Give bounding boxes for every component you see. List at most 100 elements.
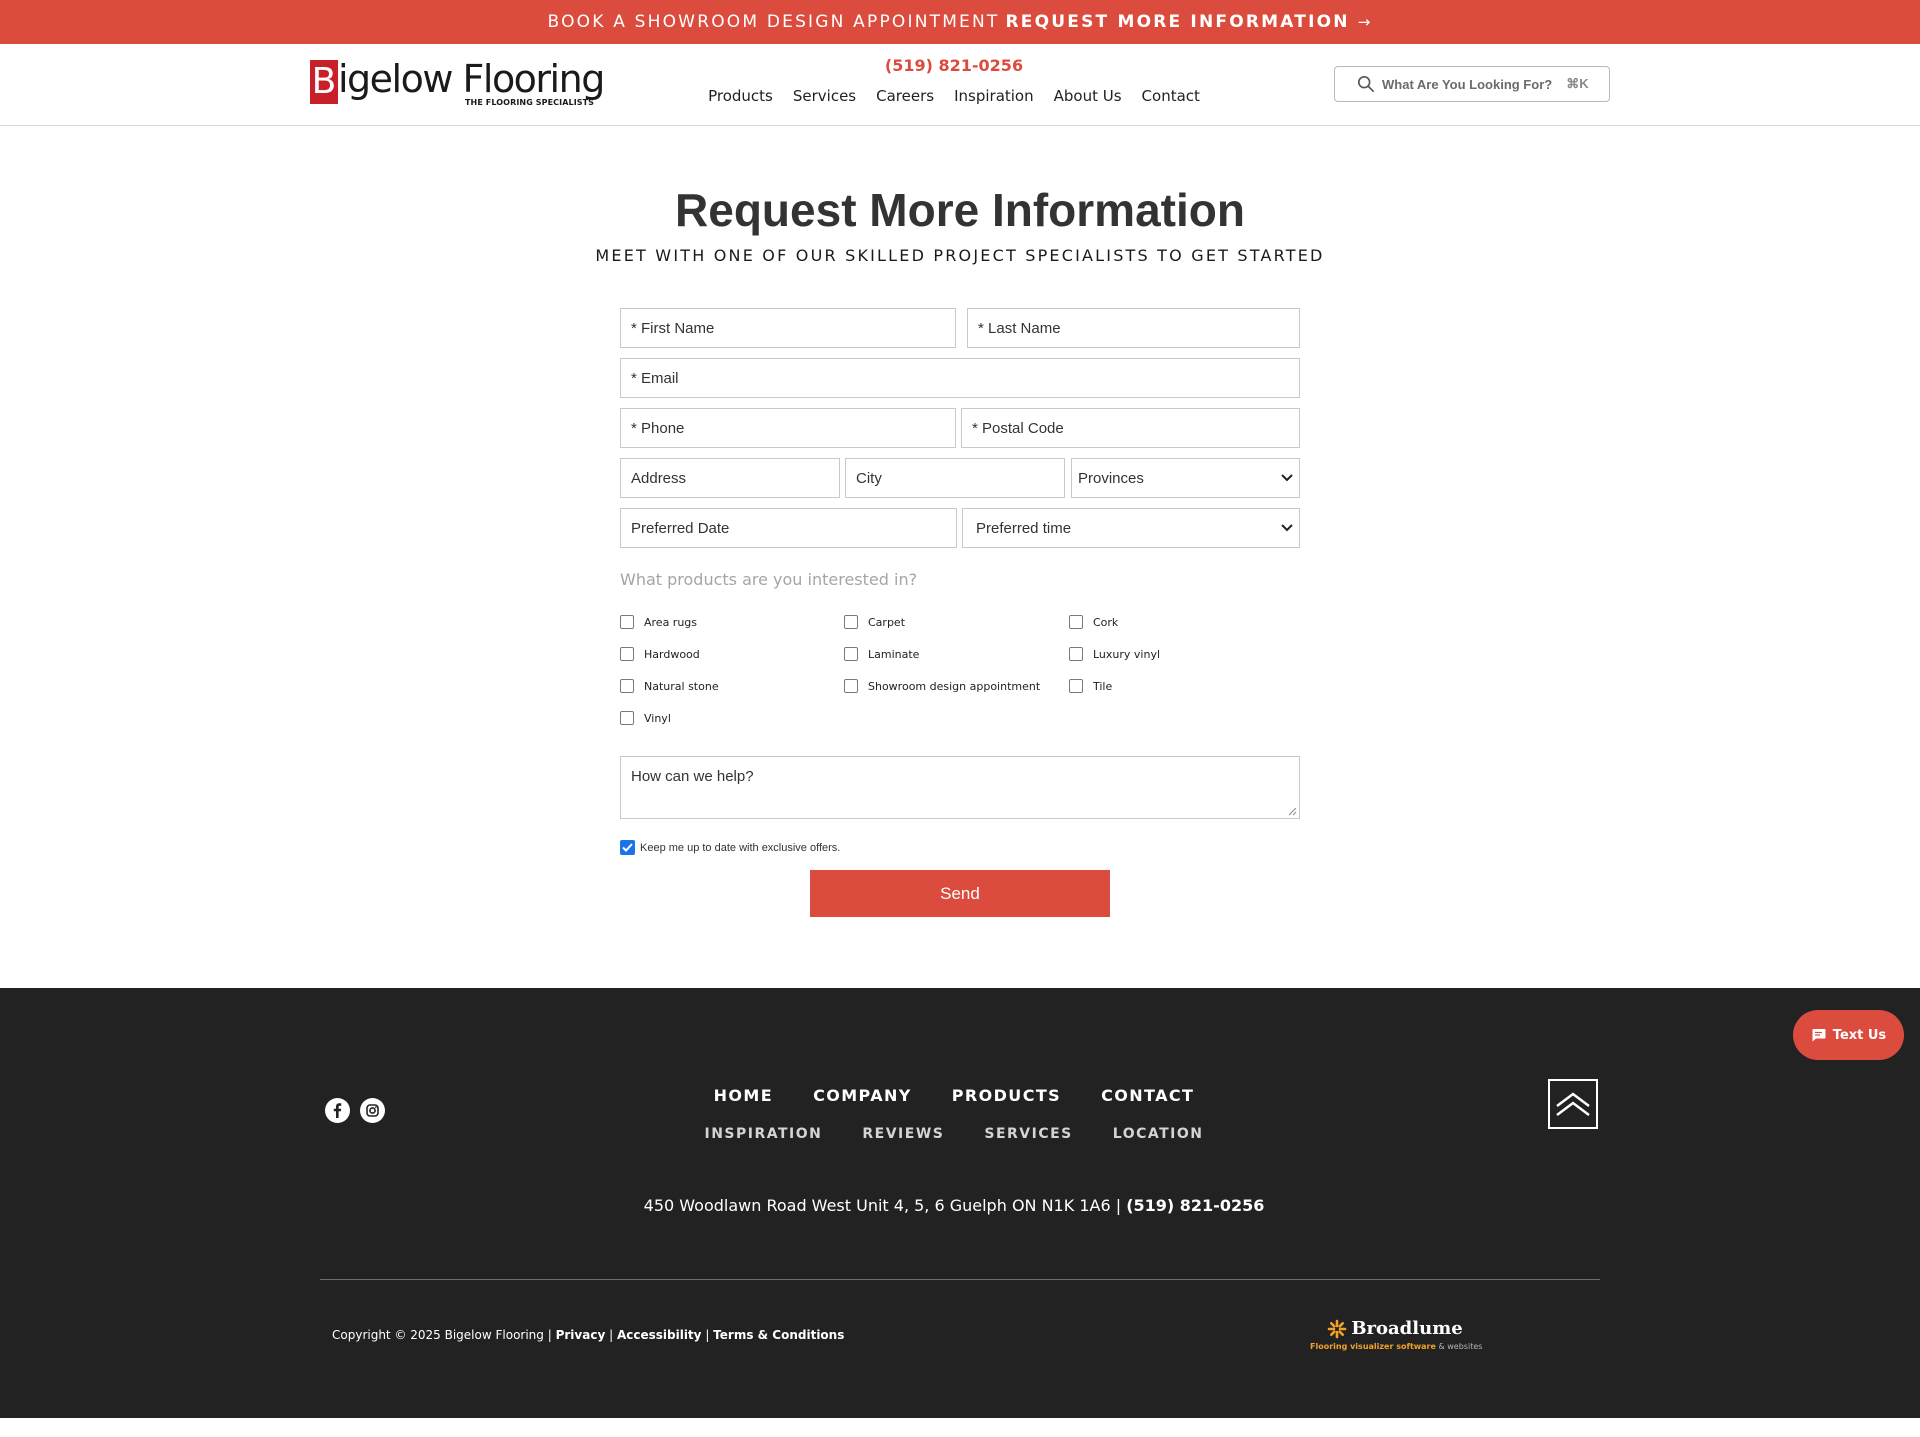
- resize-handle-icon[interactable]: [1287, 806, 1297, 816]
- footer-link-company[interactable]: COMPANY: [813, 1086, 912, 1105]
- text-us-label: Text Us: [1832, 1027, 1887, 1043]
- email-field[interactable]: * Email: [620, 358, 1300, 398]
- checkbox-carpet[interactable]: Carpet: [844, 615, 905, 629]
- logo-tagline: THE FLOORING SPECIALISTS: [465, 98, 595, 107]
- checkbox-box[interactable]: [620, 615, 634, 629]
- site-logo[interactable]: B igelow Flooring THE FLOORING SPECIALIS…: [310, 57, 610, 112]
- page-title: Request More Information: [675, 184, 1245, 236]
- checkbox-hardwood[interactable]: Hardwood: [620, 647, 700, 661]
- nav-item-contact[interactable]: Contact: [1132, 87, 1210, 105]
- broadlume-credit[interactable]: Broadlume Flooring visualizer software &…: [1310, 1318, 1483, 1351]
- search-input[interactable]: What Are You Looking For? ⌘K: [1334, 66, 1610, 102]
- footer-link-location[interactable]: LOCATION: [1113, 1126, 1204, 1142]
- footer-link-home[interactable]: HOME: [714, 1086, 773, 1105]
- promo-banner[interactable]: BOOK A SHOWROOM DESIGN APPOINTMENT REQUE…: [0, 0, 1920, 44]
- checkbox-showroom-design[interactable]: Showroom design appointment: [844, 679, 1040, 693]
- footer-link-reviews[interactable]: REVIEWS: [862, 1126, 944, 1142]
- footer-link-products[interactable]: PRODUCTS: [952, 1086, 1061, 1105]
- checkbox-cork[interactable]: Cork: [1069, 615, 1118, 629]
- checkbox-label: Cork: [1093, 615, 1119, 629]
- checkbox-label: Vinyl: [644, 711, 671, 725]
- city-placeholder: City: [856, 469, 882, 487]
- postal-code-field[interactable]: * Postal Code: [961, 408, 1300, 448]
- postal-code-placeholder: * Postal Code: [972, 419, 1064, 437]
- page-subtitle: MEET WITH ONE OF OUR SKILLED PROJECT SPE…: [595, 246, 1325, 265]
- checkbox-label: Laminate: [868, 647, 920, 661]
- broadlume-logo-icon: [1328, 1319, 1347, 1338]
- header-phone-link[interactable]: (519) 821-0256: [800, 56, 1108, 75]
- checkbox-box[interactable]: [620, 647, 634, 661]
- banner-cta-link[interactable]: REQUEST MORE INFORMATION: [1006, 12, 1350, 32]
- address-text: 450 Woodlawn Road West Unit 4, 5, 6 Guel…: [643, 1196, 1122, 1215]
- checkbox-box[interactable]: [844, 679, 858, 693]
- checkbox-box[interactable]: [1069, 647, 1083, 661]
- banner-lead-text: BOOK A SHOWROOM DESIGN APPOINTMENT: [547, 12, 1000, 32]
- footer-link-contact[interactable]: CONTACT: [1101, 1086, 1194, 1105]
- footer-link-services[interactable]: SERVICES: [984, 1126, 1072, 1142]
- copyright-line: Copyright © 2025 Bigelow Flooring | Priv…: [332, 1328, 845, 1342]
- search-icon: [1357, 75, 1375, 93]
- accessibility-link[interactable]: Accessibility: [617, 1328, 702, 1342]
- facebook-link[interactable]: [325, 1098, 350, 1123]
- footer-phone-link[interactable]: (519) 821-0256: [1126, 1196, 1264, 1215]
- checkbox-box[interactable]: [844, 647, 858, 661]
- main-nav: Products Services Careers Inspiration Ab…: [708, 87, 1200, 105]
- chevron-down-icon: [1281, 524, 1293, 532]
- logo-wordmark: igelow Flooring: [338, 57, 605, 101]
- first-name-field[interactable]: * First Name: [620, 308, 956, 348]
- broadlume-tagline-suffix: & websites: [1438, 1342, 1483, 1351]
- checkbox-box[interactable]: [620, 679, 634, 693]
- footer-link-inspiration[interactable]: INSPIRATION: [704, 1126, 822, 1142]
- checkbox-luxury-vinyl[interactable]: Luxury vinyl: [1069, 647, 1160, 661]
- offers-optin[interactable]: Keep me up to date with exclusive offers…: [620, 840, 840, 855]
- last-name-field[interactable]: * Last Name: [967, 308, 1300, 348]
- phone-placeholder: * Phone: [631, 419, 685, 437]
- checkbox-box[interactable]: [844, 615, 858, 629]
- checkbox-area-rugs[interactable]: Area rugs: [620, 615, 697, 629]
- nav-item-inspiration[interactable]: Inspiration: [944, 87, 1044, 105]
- preferred-time-selected-value: Preferred time: [976, 519, 1072, 537]
- text-us-button[interactable]: Text Us: [1793, 1010, 1904, 1060]
- checkbox-label: Area rugs: [644, 615, 698, 629]
- checkbox-label: Tile: [1093, 679, 1113, 693]
- checkbox-label: Natural stone: [644, 679, 719, 693]
- checkbox-label: Carpet: [868, 615, 906, 629]
- checkbox-vinyl[interactable]: Vinyl: [620, 711, 671, 725]
- message-placeholder: How can we help?: [631, 768, 754, 785]
- products-question: What products are you interested in?: [620, 570, 918, 589]
- instagram-icon: [366, 1104, 379, 1117]
- logo-initial: B: [310, 60, 338, 104]
- checkbox-laminate[interactable]: Laminate: [844, 647, 919, 661]
- nav-item-products[interactable]: Products: [698, 87, 783, 105]
- send-button[interactable]: Send: [810, 870, 1110, 917]
- checkbox-box[interactable]: [1069, 615, 1083, 629]
- site-header: B igelow Flooring THE FLOORING SPECIALIS…: [0, 44, 1920, 126]
- address-field[interactable]: Address: [620, 458, 840, 498]
- footer-nav-primary: HOME COMPANY PRODUCTS CONTACT: [694, 1086, 1214, 1105]
- scroll-to-top-button[interactable]: [1548, 1079, 1598, 1129]
- optin-checkbox[interactable]: [620, 840, 635, 855]
- preferred-date-field[interactable]: Preferred Date: [620, 508, 957, 548]
- nav-item-services[interactable]: Services: [783, 87, 866, 105]
- broadlume-tagline: Flooring visualizer software & websites: [1310, 1342, 1483, 1351]
- checkbox-tile[interactable]: Tile: [1069, 679, 1112, 693]
- checkbox-box[interactable]: [1069, 679, 1083, 693]
- broadlume-tagline-main: Flooring visualizer software: [1310, 1342, 1436, 1351]
- privacy-link[interactable]: Privacy: [556, 1328, 606, 1342]
- checkbox-box[interactable]: [620, 711, 634, 725]
- checkbox-natural-stone[interactable]: Natural stone: [620, 679, 719, 693]
- nav-item-about-us[interactable]: About Us: [1044, 87, 1132, 105]
- footer-nav-secondary: INSPIRATION REVIEWS SERVICES LOCATION: [694, 1126, 1214, 1142]
- city-field[interactable]: City: [845, 458, 1065, 498]
- instagram-link[interactable]: [360, 1098, 385, 1123]
- checkbox-label: Hardwood: [644, 647, 700, 661]
- footer-address: 450 Woodlawn Road West Unit 4, 5, 6 Guel…: [0, 1196, 1908, 1215]
- nav-item-careers[interactable]: Careers: [866, 87, 944, 105]
- preferred-time-select[interactable]: Preferred time: [962, 508, 1300, 548]
- provinces-select[interactable]: Provinces: [1071, 458, 1300, 498]
- search-shortcut: ⌘K: [1566, 76, 1589, 91]
- message-textarea[interactable]: How can we help?: [620, 756, 1300, 819]
- first-name-placeholder: * First Name: [631, 319, 715, 337]
- terms-link[interactable]: Terms & Conditions: [713, 1328, 844, 1342]
- phone-field[interactable]: * Phone: [620, 408, 956, 448]
